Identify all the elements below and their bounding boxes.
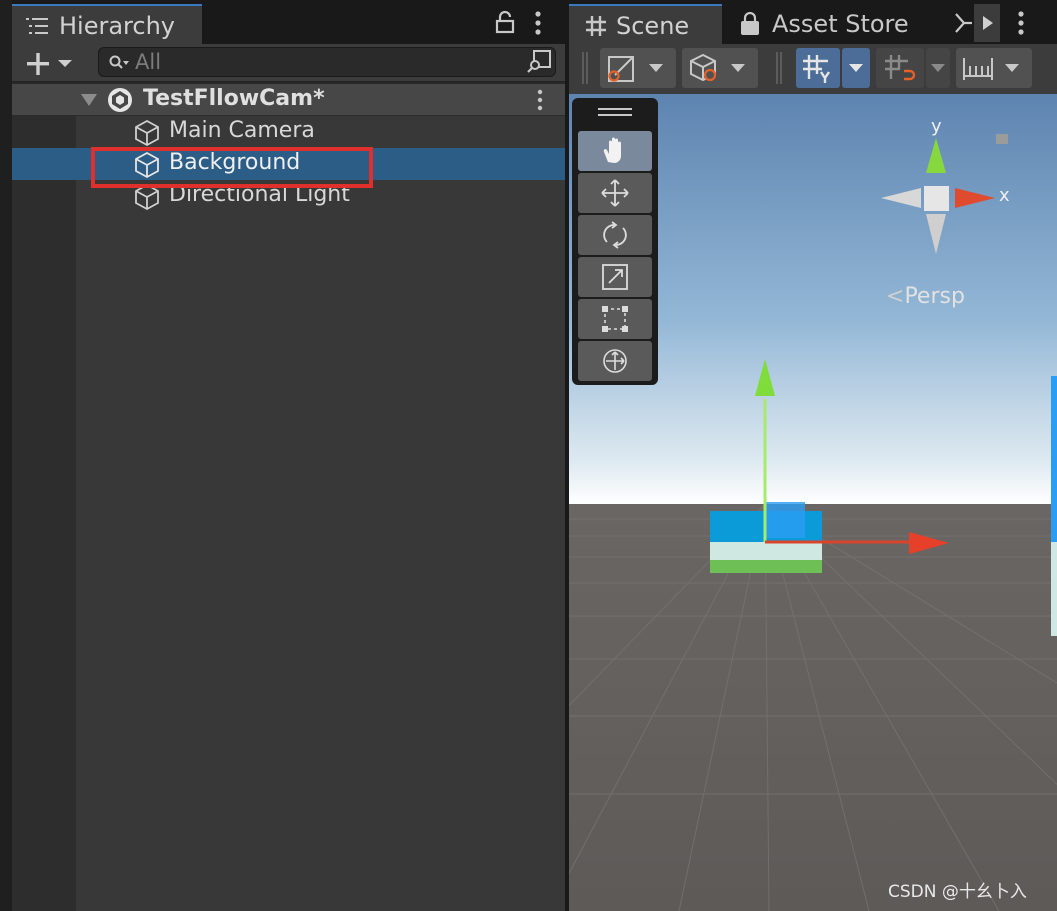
rotate-icon <box>603 221 627 249</box>
chevron-down-icon <box>649 64 663 72</box>
overflow-tab-icon[interactable] <box>954 12 974 34</box>
rect-transform-icon <box>602 306 628 332</box>
projection-toggle[interactable]: <Persp <box>886 284 965 309</box>
offscreen-object-edge <box>1051 542 1057 636</box>
gizmo-y-label: y <box>931 116 942 137</box>
scene-more-options-icon[interactable] <box>534 89 546 111</box>
store-bag-icon <box>741 12 759 35</box>
scene-name: TestFllowCam* <box>143 86 325 111</box>
scene-root-row[interactable]: TestFllowCam* <box>12 84 565 116</box>
search-by-type-icon[interactable] <box>526 50 552 74</box>
tab-hierarchy[interactable]: Hierarchy <box>12 4 202 44</box>
add-dropdown-button[interactable] <box>24 50 76 78</box>
unity-scene-icon <box>108 88 132 112</box>
transform-icon <box>603 349 627 373</box>
search-input[interactable]: All <box>98 47 556 77</box>
tab-scroll-button[interactable] <box>974 4 1000 42</box>
rect-tool-button[interactable] <box>578 299 652 339</box>
snap-options-dropdown[interactable] <box>926 48 950 88</box>
chevron-down-icon <box>731 64 745 72</box>
left-edge <box>0 0 12 911</box>
item-label: Main Camera <box>169 118 315 143</box>
indent-strip <box>12 116 76 911</box>
red-highlight-annotation <box>91 147 373 188</box>
grid-snap-icon <box>885 55 916 81</box>
grid-toggle-button[interactable] <box>796 48 840 88</box>
toolbar-grip <box>586 52 588 84</box>
scale-tool-button[interactable] <box>578 257 652 297</box>
projection-label: Persp <box>904 284 965 309</box>
tools-grip[interactable] <box>598 114 632 116</box>
increment-snap-dropdown[interactable] <box>956 48 1032 88</box>
move-arrows-icon <box>601 179 629 207</box>
search-placeholder: All <box>135 50 162 74</box>
gizmo-x-label: x <box>999 185 1010 206</box>
chevron-down-icon <box>931 64 945 72</box>
grid-icon <box>586 16 606 36</box>
more-options-icon[interactable] <box>530 10 546 36</box>
play-arrow-icon <box>983 16 993 30</box>
chevron-down-icon <box>1005 64 1019 72</box>
toolbar-grip <box>780 52 782 84</box>
persp-arrow-icon: < <box>886 284 905 309</box>
snap-toggle-button[interactable] <box>876 48 924 88</box>
tab-asset-store[interactable]: Asset Store <box>726 4 946 44</box>
grid-options-dropdown[interactable] <box>842 48 870 88</box>
toolbar-grip <box>582 52 584 84</box>
watermark: CSDN @十幺卜入 <box>888 882 1027 902</box>
draw-mode-icon <box>608 56 634 82</box>
hierarchy-item-main-camera[interactable]: Main Camera <box>12 116 565 148</box>
cube-orange-icon <box>690 53 717 82</box>
lock-icon[interactable] <box>493 10 517 34</box>
scale-icon <box>602 264 628 290</box>
draw-mode-dropdown[interactable] <box>600 48 676 88</box>
grid-y-icon <box>803 55 830 83</box>
tools-grip[interactable] <box>598 108 632 110</box>
hand-icon <box>603 137 621 163</box>
search-icon[interactable] <box>108 54 130 72</box>
gizmo-dropdown[interactable] <box>682 48 758 88</box>
tab-label: Asset Store <box>772 10 909 38</box>
tab-label: Scene <box>616 12 690 40</box>
toolbar-grip <box>776 52 778 84</box>
hand-tool-button[interactable] <box>578 131 652 171</box>
more-options-icon[interactable] <box>1014 10 1028 36</box>
chevron-down-icon <box>849 64 863 72</box>
list-icon <box>26 18 48 34</box>
tab-scene[interactable]: Scene <box>569 4 722 44</box>
move-tool-button[interactable] <box>578 173 652 213</box>
ruler-icon <box>963 58 993 80</box>
rotate-tool-button[interactable] <box>578 215 652 255</box>
gameobject-cube-icon <box>135 119 159 147</box>
tab-label: Hierarchy <box>59 12 176 40</box>
expand-arrow-icon[interactable] <box>80 92 98 108</box>
transform-tool-button[interactable] <box>578 341 652 381</box>
